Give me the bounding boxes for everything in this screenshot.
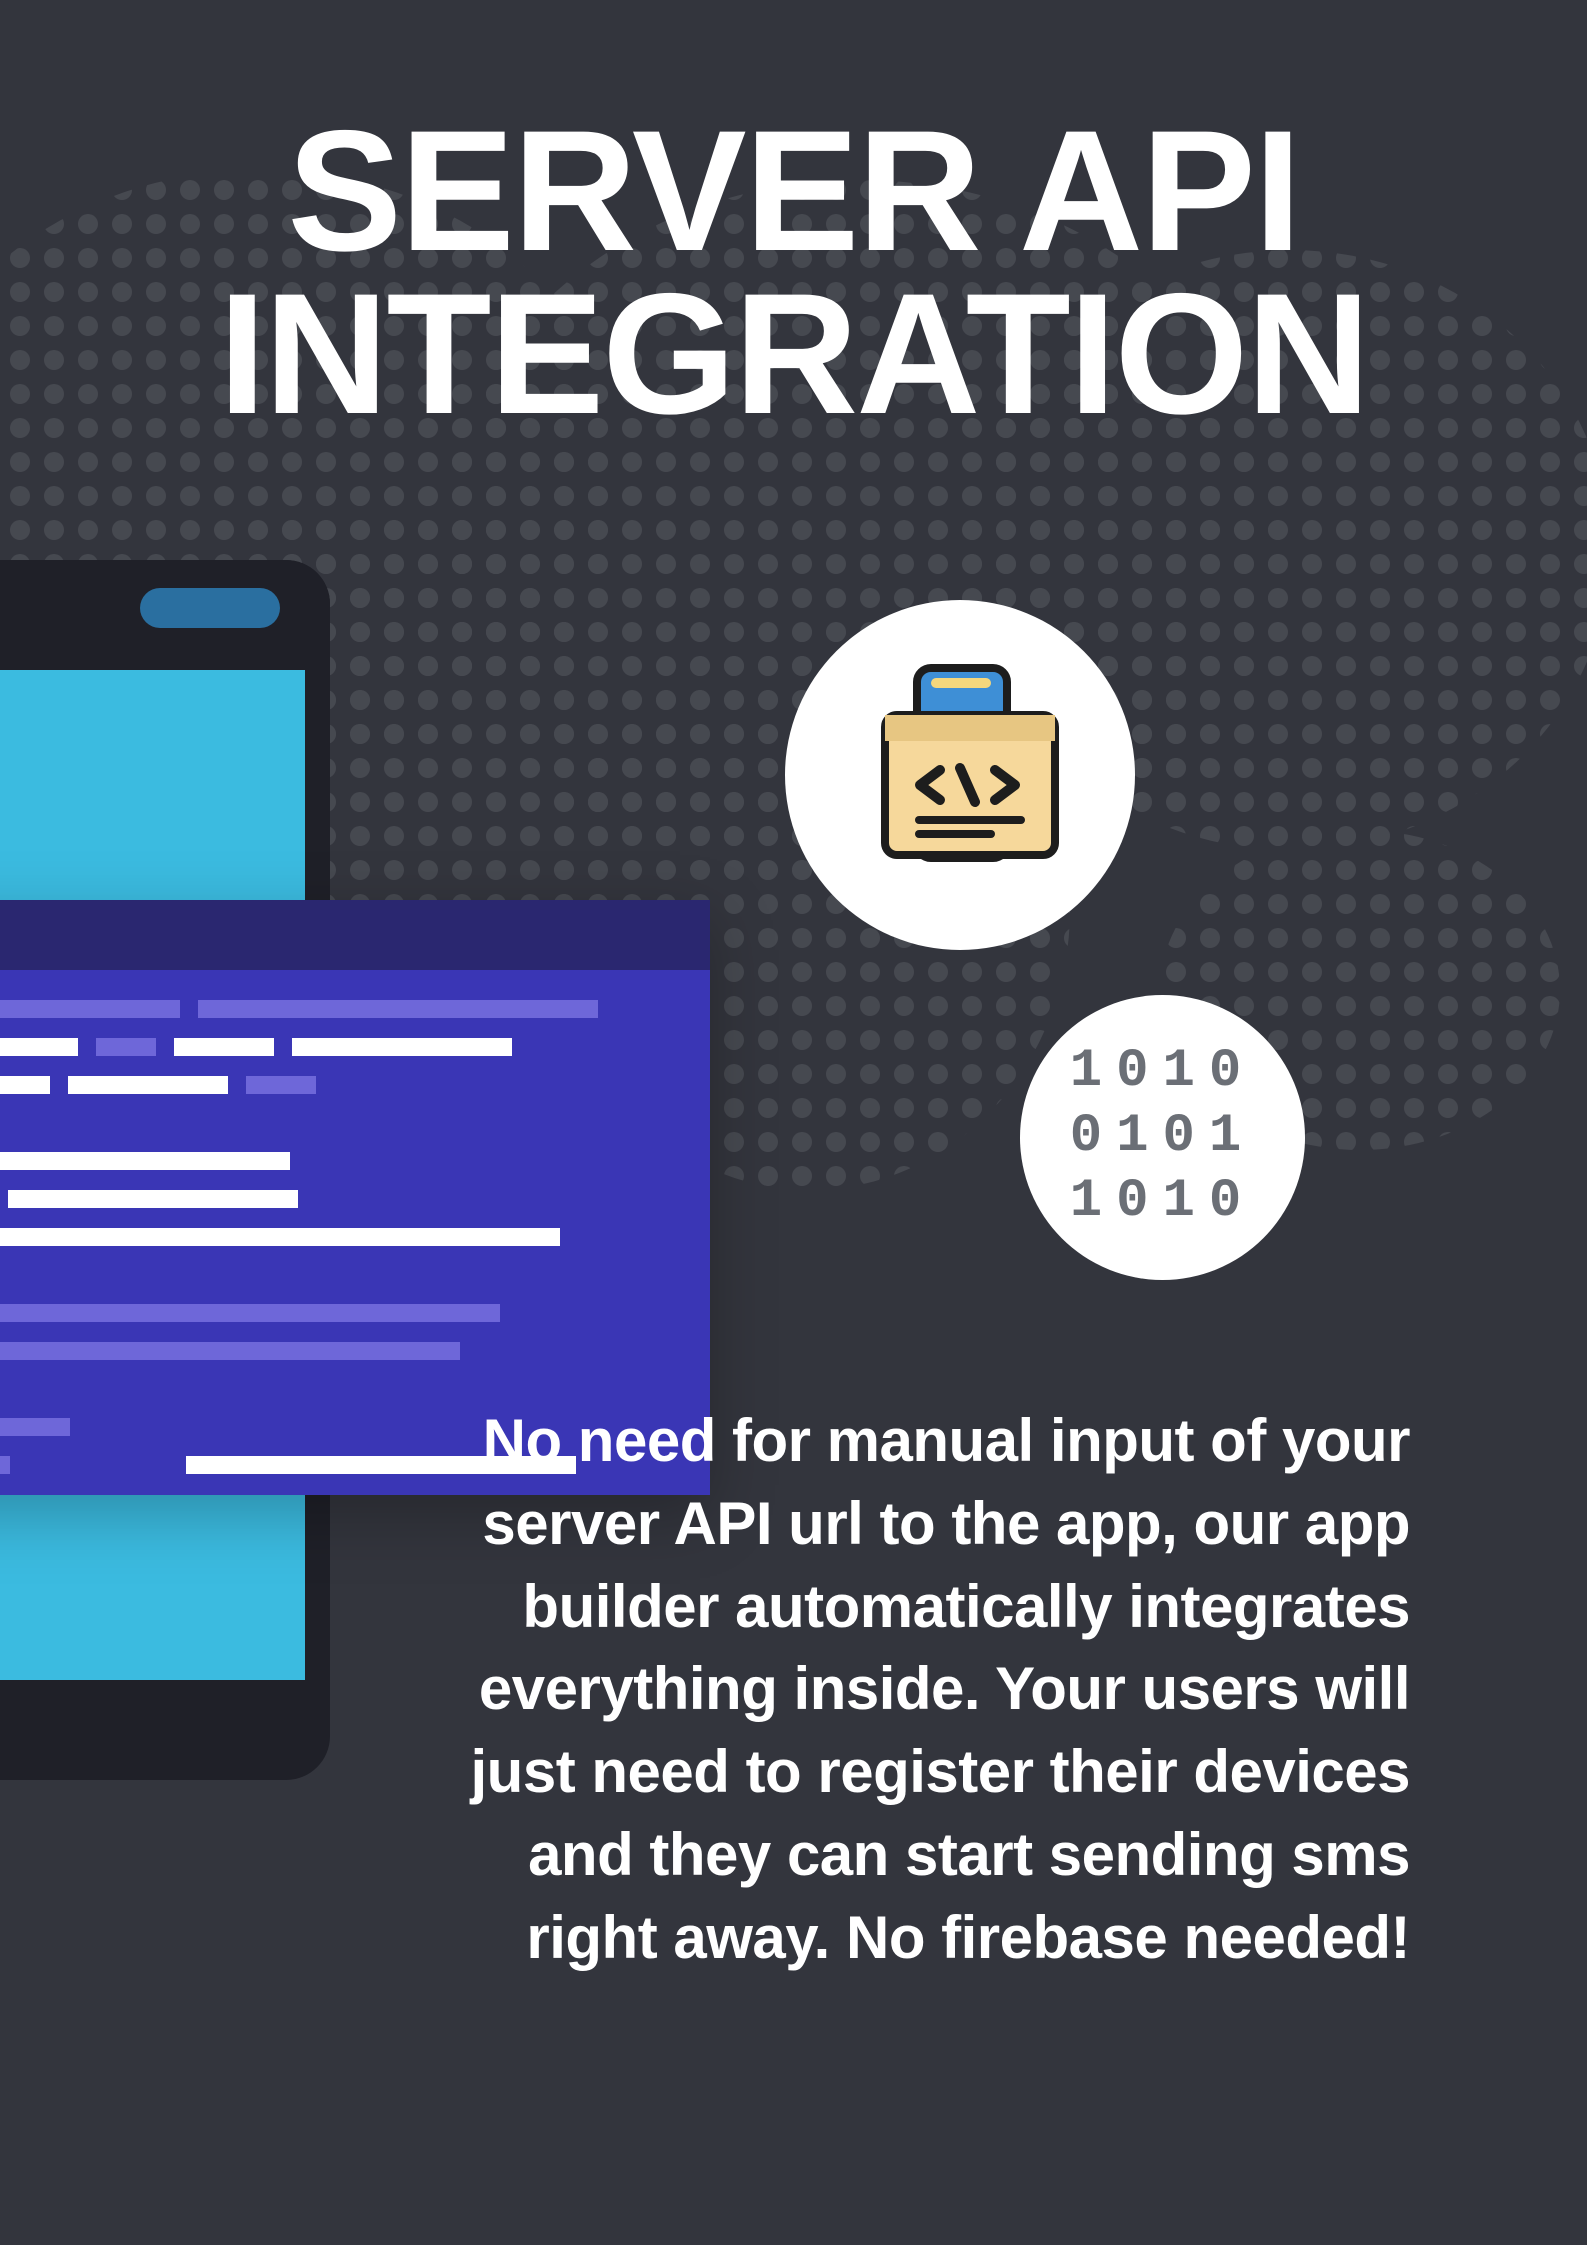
code-phone-icon <box>845 660 1075 890</box>
body-description: No need for manual input of your server … <box>0 1400 1490 1980</box>
page-title: SERVER API INTEGRATION <box>0 110 1587 437</box>
code-phone-icon-circle <box>785 600 1135 950</box>
title-line-2: INTEGRATION <box>218 258 1368 450</box>
binary-icon-circle: 1010 0101 1010 <box>1020 995 1305 1280</box>
binary-icon: 1010 0101 1010 <box>1070 1040 1256 1234</box>
